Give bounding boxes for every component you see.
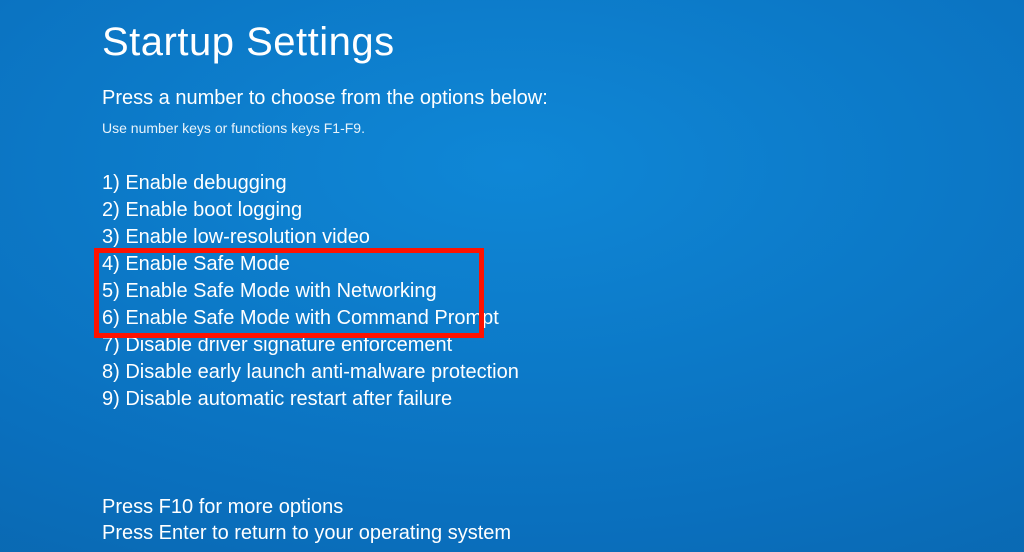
paren: ) — [113, 172, 125, 194]
option-label: Enable debugging — [125, 172, 286, 194]
paren: ) — [113, 388, 125, 410]
options-list: 1) Enable debugging 2) Enable boot loggi… — [102, 170, 1024, 413]
paren: ) — [113, 334, 125, 356]
option-number: 8 — [102, 361, 113, 383]
option-3[interactable]: 3) Enable low-resolution video — [102, 224, 1024, 251]
option-7[interactable]: 7) Disable driver signature enforcement — [102, 332, 1024, 359]
option-label: Disable driver signature enforcement — [125, 334, 452, 356]
option-number: 6 — [102, 307, 113, 329]
option-label: Enable Safe Mode with Command Prompt — [125, 307, 499, 329]
option-6[interactable]: 6) Enable Safe Mode with Command Prompt — [102, 305, 1024, 332]
option-number: 9 — [102, 388, 113, 410]
paren: ) — [113, 253, 125, 275]
paren: ) — [113, 280, 125, 302]
instruction-text: Press a number to choose from the option… — [102, 87, 1024, 110]
footer-more-options: Press F10 for more options — [102, 494, 511, 520]
option-label: Enable Safe Mode with Networking — [125, 280, 436, 302]
option-2[interactable]: 2) Enable boot logging — [102, 197, 1024, 224]
paren: ) — [113, 307, 125, 329]
option-number: 4 — [102, 253, 113, 275]
option-label: Disable automatic restart after failure — [125, 388, 452, 410]
option-label: Enable Safe Mode — [125, 253, 290, 275]
option-5[interactable]: 5) Enable Safe Mode with Networking — [102, 278, 1024, 305]
key-hint-text: Use number keys or functions keys F1-F9. — [102, 120, 1024, 136]
option-8[interactable]: 8) Disable early launch anti-malware pro… — [102, 359, 1024, 386]
footer-return: Press Enter to return to your operating … — [102, 520, 511, 546]
option-number: 1 — [102, 172, 113, 194]
option-1[interactable]: 1) Enable debugging — [102, 170, 1024, 197]
option-label: Enable low-resolution video — [125, 226, 370, 248]
startup-settings-screen: Startup Settings Press a number to choos… — [0, 0, 1024, 552]
option-number: 2 — [102, 199, 113, 221]
option-9[interactable]: 9) Disable automatic restart after failu… — [102, 386, 1024, 413]
paren: ) — [113, 226, 125, 248]
option-number: 3 — [102, 226, 113, 248]
paren: ) — [113, 361, 125, 383]
option-number: 7 — [102, 334, 113, 356]
paren: ) — [113, 199, 125, 221]
page-title: Startup Settings — [102, 20, 1024, 65]
option-label: Enable boot logging — [125, 199, 302, 221]
footer-instructions: Press F10 for more options Press Enter t… — [102, 494, 511, 546]
option-number: 5 — [102, 280, 113, 302]
option-4[interactable]: 4) Enable Safe Mode — [102, 251, 1024, 278]
option-label: Disable early launch anti-malware protec… — [125, 361, 519, 383]
